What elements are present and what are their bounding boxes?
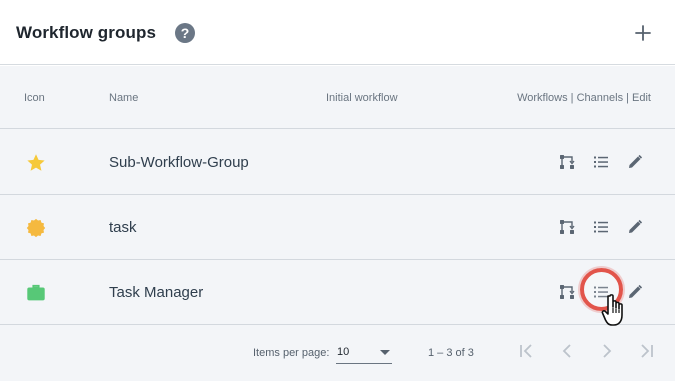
column-header-icon: Icon bbox=[24, 92, 45, 104]
items-per-page-label: Items per page: bbox=[253, 347, 330, 359]
help-icon[interactable]: ? bbox=[175, 23, 195, 43]
range-label: 1 – 3 of 3 bbox=[428, 347, 474, 359]
table-header: Icon Name Initial workflow Workflows | C… bbox=[0, 66, 675, 129]
briefcase-icon bbox=[27, 284, 45, 301]
first-page-icon[interactable] bbox=[516, 341, 536, 361]
channels-icon[interactable] bbox=[592, 153, 610, 171]
row-name: Task Manager bbox=[109, 284, 204, 301]
items-per-page-select[interactable]: 10 bbox=[336, 340, 392, 364]
table-row[interactable]: Task Manager bbox=[0, 260, 675, 325]
channels-icon[interactable] bbox=[592, 218, 610, 236]
column-header-actions: Workflows | Channels | Edit bbox=[517, 92, 651, 104]
row-name: task bbox=[109, 219, 137, 236]
previous-page-icon[interactable] bbox=[557, 341, 577, 361]
edit-icon[interactable] bbox=[626, 218, 644, 236]
workflows-icon[interactable] bbox=[558, 283, 576, 301]
items-per-page-value: 10 bbox=[337, 346, 350, 358]
badge-icon bbox=[26, 218, 46, 238]
add-icon[interactable] bbox=[632, 22, 654, 44]
chevron-down-icon bbox=[380, 350, 390, 355]
edit-icon[interactable] bbox=[626, 153, 644, 171]
next-page-icon[interactable] bbox=[597, 341, 617, 361]
page-header: Workflow groups ? bbox=[0, 0, 675, 65]
star-icon bbox=[27, 154, 45, 171]
last-page-icon[interactable] bbox=[637, 341, 657, 361]
hand-cursor-icon bbox=[601, 294, 623, 326]
workflow-groups-table: Icon Name Initial workflow Workflows | C… bbox=[0, 66, 675, 381]
paginator: Items per page: 10 1 – 3 of 3 bbox=[0, 323, 675, 381]
workflows-icon[interactable] bbox=[558, 218, 576, 236]
table-row[interactable]: Sub-Workflow-Group bbox=[0, 130, 675, 195]
column-header-initial-workflow[interactable]: Initial workflow bbox=[326, 92, 398, 104]
table-row[interactable]: task bbox=[0, 195, 675, 260]
page-title: Workflow groups bbox=[16, 23, 157, 42]
column-header-name[interactable]: Name bbox=[109, 92, 138, 104]
row-name: Sub-Workflow-Group bbox=[109, 154, 249, 171]
workflows-icon[interactable] bbox=[558, 153, 576, 171]
